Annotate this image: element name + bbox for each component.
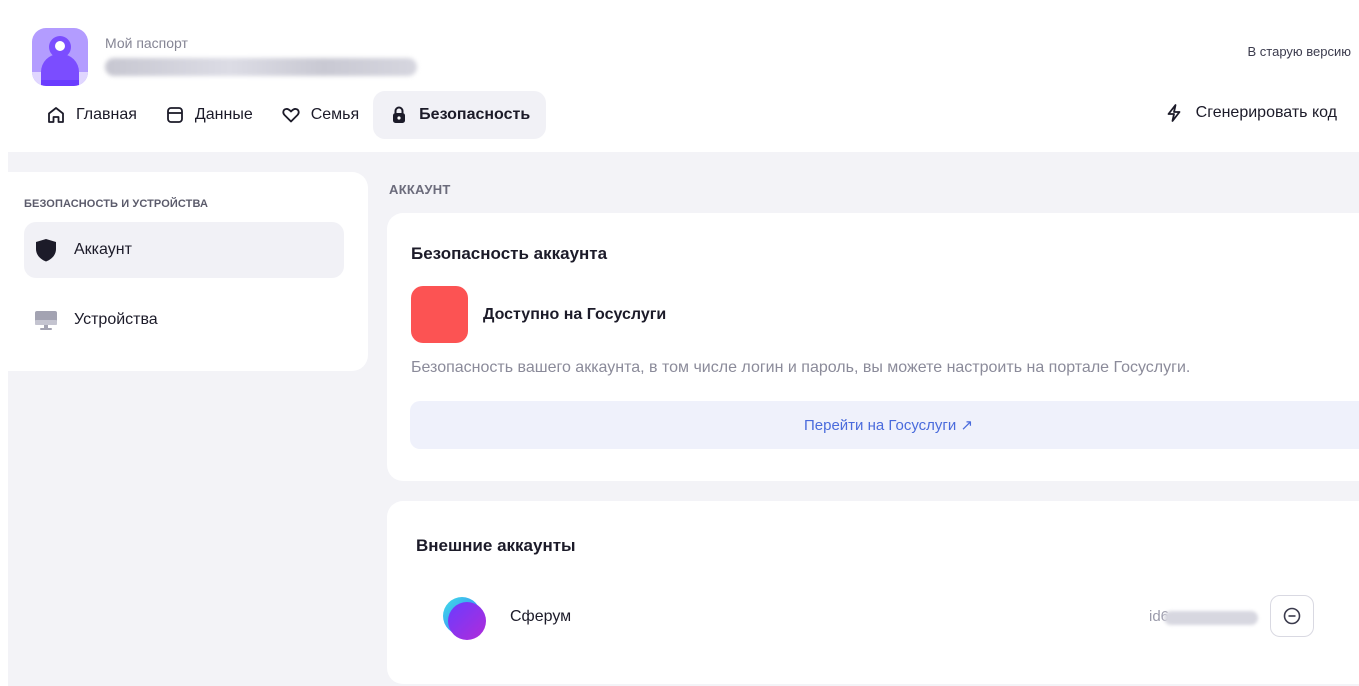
- monitor-icon: [35, 311, 57, 330]
- sidebar-item-account[interactable]: Аккаунт: [24, 222, 344, 278]
- lock-icon: [393, 106, 406, 123]
- external-account-id-redacted: [1164, 611, 1258, 625]
- generate-code-button[interactable]: Сгенерировать код: [1164, 103, 1337, 123]
- nav-item-label: Семья: [310, 106, 360, 123]
- avatar-head: [49, 36, 71, 58]
- main-area: БЕЗОПАСНОСТЬ И УСТРОЙСТВА Аккаунт Устрой…: [8, 152, 1359, 686]
- sferum-logo-icon: [443, 597, 486, 640]
- sidebar-title: БЕЗОПАСНОСТЬ И УСТРОЙСТВА: [24, 198, 208, 210]
- generate-code-label: Сгенерировать код: [1195, 104, 1337, 121]
- gosuslugi-title: Доступно на Госуслуги: [483, 306, 667, 323]
- section-label: АККАУНТ: [389, 182, 451, 197]
- old-version-link[interactable]: В старую версию: [1248, 44, 1352, 59]
- unlink-account-button[interactable]: [1270, 595, 1314, 637]
- nav-item-family[interactable]: Семья: [267, 91, 373, 139]
- minus-circle-icon: [1283, 607, 1301, 625]
- home-icon: [48, 107, 64, 123]
- folder-icon: [167, 107, 183, 123]
- brand-title: Мой паспорт: [105, 35, 188, 51]
- main-nav: Главная Данные Семья Безопасность: [32, 91, 547, 139]
- external-account-row: Сферум id6: [387, 589, 1359, 645]
- external-account-name: Сферум: [510, 608, 572, 625]
- nav-item-label: Главная: [76, 106, 137, 123]
- header: Мой паспорт В старую версию Главная Данн…: [0, 0, 1359, 152]
- nav-item-home[interactable]: Главная: [32, 91, 151, 139]
- external-accounts-card: Внешние аккаунты Сферум id6: [387, 501, 1359, 684]
- gosuslugi-logo-icon: [411, 286, 468, 343]
- shield-icon: [36, 239, 56, 262]
- nav-item-security[interactable]: Безопасность: [373, 91, 547, 139]
- sidebar-item-label: Аккаунт: [74, 241, 132, 258]
- security-card: Безопасность аккаунта Доступно на Госусл…: [387, 213, 1359, 481]
- nav-item-label: Безопасность: [419, 106, 531, 123]
- sidebar-item-label: Устройства: [74, 311, 158, 328]
- nav-item-data[interactable]: Данные: [151, 91, 267, 139]
- external-accounts-title: Внешние аккаунты: [416, 536, 576, 555]
- gosuslugi-description: Безопасность вашего аккаунта, в том числ…: [411, 359, 1191, 376]
- avatar[interactable]: [32, 28, 88, 86]
- lightning-icon: [1167, 104, 1181, 122]
- heart-icon: [282, 108, 300, 123]
- go-to-gosuslugi-button[interactable]: Перейти на Госуслуги ↗: [410, 401, 1359, 449]
- sidebar-item-devices[interactable]: Устройства: [24, 292, 344, 348]
- sidebar: БЕЗОПАСНОСТЬ И УСТРОЙСТВА Аккаунт Устрой…: [8, 172, 368, 371]
- security-card-title: Безопасность аккаунта: [411, 244, 608, 263]
- nav-item-label: Данные: [194, 106, 253, 123]
- user-name-redacted: [105, 58, 417, 76]
